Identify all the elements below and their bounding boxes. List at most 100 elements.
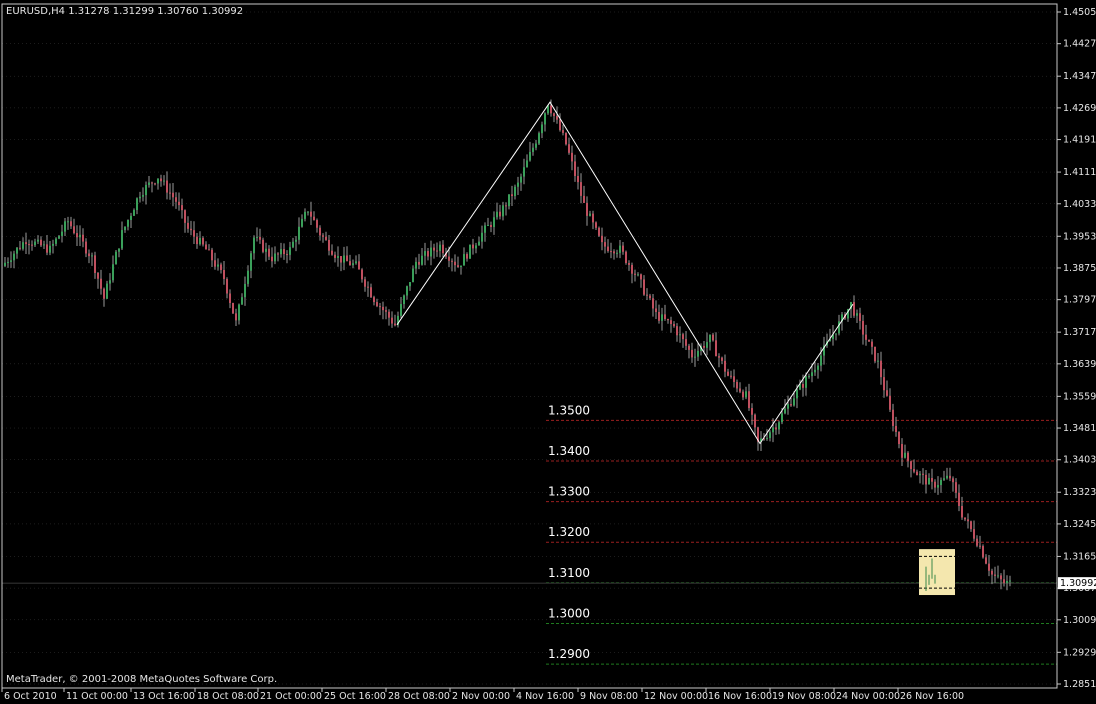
candle-body xyxy=(592,213,594,223)
candle-body xyxy=(202,237,204,245)
time-axis[interactable]: 6 Oct 2010 11 Oct 00:00 13 Oct 16:00 18 Oct… xyxy=(1,688,964,702)
candle-body xyxy=(631,264,633,274)
candle-body xyxy=(490,224,492,228)
candle-body xyxy=(742,391,744,398)
candle-body xyxy=(994,574,996,576)
candle-body xyxy=(262,239,264,252)
candle-body xyxy=(523,167,525,177)
candle-body xyxy=(286,254,288,256)
candle-body xyxy=(619,245,621,253)
candle-body xyxy=(73,226,75,234)
candle-body xyxy=(436,250,438,252)
candle-body xyxy=(277,253,279,255)
candle-body xyxy=(529,151,531,161)
y-tick-label: 1.36390 xyxy=(1063,359,1096,370)
candle-body xyxy=(904,452,906,458)
candle-body xyxy=(7,261,9,263)
candle-body xyxy=(745,391,747,398)
candle-body xyxy=(115,251,117,265)
candle-body xyxy=(781,413,783,423)
candle-body xyxy=(334,254,336,258)
candle-body xyxy=(256,236,258,238)
candle-body xyxy=(694,356,696,358)
y-tick-label: 1.34030 xyxy=(1063,455,1096,466)
candle-body xyxy=(427,251,429,257)
candle-body xyxy=(166,180,168,193)
candle-body xyxy=(532,147,534,152)
candle-body xyxy=(193,230,195,237)
y-tick-label: 1.43470 xyxy=(1063,71,1096,82)
candle-body xyxy=(952,478,954,483)
candle-body xyxy=(136,198,138,211)
candle-body xyxy=(58,235,60,239)
zigzag-line[interactable] xyxy=(396,101,854,445)
candle-body xyxy=(361,269,363,280)
candle-body xyxy=(76,233,78,238)
candle-body xyxy=(718,356,720,358)
y-tick-label: 1.38750 xyxy=(1063,263,1096,274)
candle-body xyxy=(130,215,132,221)
candle-body xyxy=(160,178,162,182)
candle-body xyxy=(472,244,474,249)
candle-body xyxy=(670,320,672,325)
candle-body xyxy=(139,196,141,199)
candle-body xyxy=(964,517,966,520)
y-tick-label: 1.45050 xyxy=(1063,7,1096,18)
candle-body xyxy=(295,239,297,242)
candle-body xyxy=(514,186,516,197)
candle-body xyxy=(943,478,945,480)
candle-body xyxy=(238,304,240,321)
candle-body xyxy=(688,345,690,350)
price-axis[interactable]: 1.45050 1.44270 1.43470 1.42690 1.41910 1.411… xyxy=(1057,7,1096,690)
candle-body xyxy=(43,244,45,246)
x-tick-label: 6 Oct 2010 xyxy=(4,691,57,702)
candle-body xyxy=(643,279,645,295)
candle-body xyxy=(418,261,420,265)
candle-body xyxy=(151,182,153,184)
candle-body xyxy=(946,475,948,479)
candle-body xyxy=(391,317,393,324)
candle-body xyxy=(496,211,498,218)
candle-body xyxy=(733,376,735,382)
candle-body xyxy=(355,261,357,264)
chart-window[interactable]: 1.3500 1.3400 1.3300 1.3200 1.3100 1.3000 1.29… xyxy=(0,0,1096,704)
candle-body xyxy=(625,251,627,263)
candle-body xyxy=(40,239,42,246)
candle-body xyxy=(925,474,927,485)
candle-body xyxy=(358,261,360,270)
candle-body xyxy=(793,398,795,406)
candle-body xyxy=(961,505,963,518)
candle-body xyxy=(232,302,234,314)
candle-body xyxy=(607,246,609,252)
candle-body xyxy=(1000,575,1002,580)
candle-body xyxy=(469,244,471,259)
candle-body xyxy=(325,236,327,240)
candle-body xyxy=(772,427,774,433)
candle-body xyxy=(34,241,36,246)
candle-body xyxy=(919,473,921,476)
candle-body xyxy=(244,283,246,298)
price-chart[interactable]: 1.3500 1.3400 1.3300 1.3200 1.3100 1.3000 1.29… xyxy=(0,0,1096,704)
x-tick-label: 2 Nov 00:00 xyxy=(452,691,510,702)
candle-body xyxy=(85,241,87,254)
candle-body xyxy=(721,357,723,361)
level-label: 1.3300 xyxy=(548,485,590,499)
x-tick-label: 26 Nov 16:00 xyxy=(900,691,964,702)
candle-body xyxy=(439,244,441,251)
candle-body xyxy=(784,408,786,414)
candle-body xyxy=(499,211,501,217)
candle-body xyxy=(52,243,54,246)
candle-body xyxy=(880,360,882,378)
candle-body xyxy=(934,481,936,488)
candle-body xyxy=(913,469,915,472)
candle-body xyxy=(457,265,459,267)
x-tick-label: 4 Nov 16:00 xyxy=(516,691,574,702)
candle-body xyxy=(970,521,972,530)
candle-body xyxy=(649,295,651,299)
candle-body xyxy=(949,475,951,479)
candle-body xyxy=(274,253,276,262)
candle-body xyxy=(430,247,432,257)
level-label: 1.2900 xyxy=(548,647,590,661)
highlight-box[interactable] xyxy=(919,549,955,596)
candle-body xyxy=(250,253,252,271)
